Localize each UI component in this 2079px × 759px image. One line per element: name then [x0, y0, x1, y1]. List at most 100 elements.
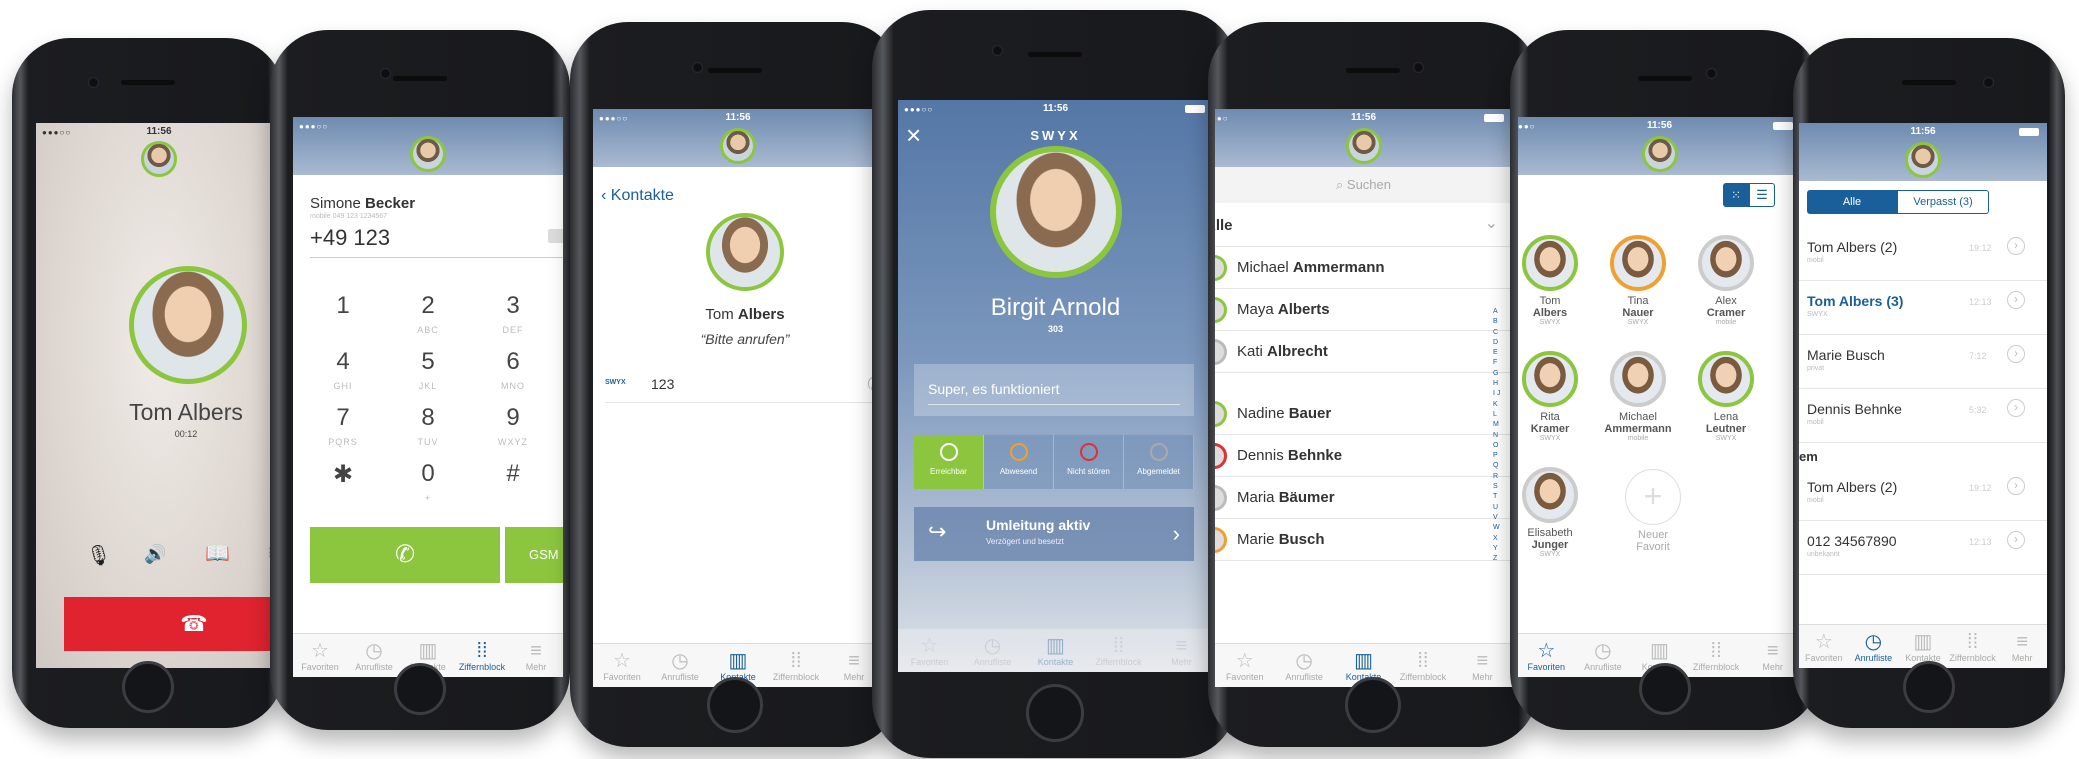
contacts-book-icon[interactable]: 📖 [205, 541, 230, 566]
call-row[interactable]: 012 34567890 unbekannt 12:13 › [1799, 521, 2047, 575]
tab-favoriten[interactable]: ☆ Favoriten [1215, 650, 1274, 682]
new-favorite-button[interactable]: + Neuer Favorit [1613, 469, 1693, 553]
contact-row[interactable]: Kati Albrecht [1215, 331, 1512, 373]
tab-mehr[interactable]: ≡ Mehr [1152, 635, 1212, 667]
tab-mehr[interactable]: ≡ Mehr [1453, 650, 1512, 682]
contact-number-row[interactable]: SWYX 123 ✆ [605, 367, 883, 403]
favorite-item[interactable]: Rita Kramer SWYX [1518, 351, 1590, 442]
tab-ziffernblock[interactable]: ⁞⁞ Ziffernblock [767, 650, 825, 682]
tab-ziffernblock[interactable]: ⁞⁞ Ziffernblock [1089, 635, 1149, 667]
grid-view-button[interactable]: ⁙ [1723, 183, 1749, 207]
tab-favoriten[interactable]: ☆ Favoriten [1799, 631, 1849, 663]
contact-name: Kati Albrecht [1237, 343, 1328, 360]
call-row[interactable]: Tom Albers (2) mobil 19:12 › [1799, 227, 2047, 281]
favorite-item[interactable]: Alex Cramer mobile [1686, 235, 1766, 326]
contact-row[interactable]: Michael Ammermann [1215, 247, 1512, 289]
info-chevron-icon[interactable]: › [2007, 237, 2025, 255]
tab-label: Favoriten [301, 662, 339, 672]
key-7[interactable]: 7 PQRS [303, 404, 383, 450]
filter-select[interactable]: Alle ⌄ [1215, 203, 1512, 247]
tab-favoriten[interactable]: ☆ Favoriten [593, 650, 651, 682]
call-time: 12:13 [1969, 537, 1992, 547]
presence-option-4[interactable]: Abgemeldet [1124, 435, 1194, 489]
hangup-button[interactable]: ☎ [64, 597, 282, 651]
contact-row[interactable]: Dennis Behnke [1215, 435, 1512, 477]
tab-label: Ziffernblock [458, 662, 506, 672]
tab-ziffernblock[interactable]: ⁞⁞ Ziffernblock [1688, 640, 1745, 672]
contact-name: Dennis Behnke [1237, 447, 1343, 464]
tab-favoriten[interactable]: ☆ Favoriten [1518, 640, 1575, 672]
tab-anrufliste[interactable]: ◷ Anrufliste [1274, 650, 1333, 682]
key-11[interactable]: 0 + [388, 460, 468, 506]
presence-option-1[interactable]: Erreichbar [914, 435, 984, 489]
call-row[interactable]: Tom Albers (3) SWYX 12:13 › [1799, 281, 2047, 335]
tab-kontakte[interactable]: ▥Kontakte [1898, 631, 1948, 663]
contact-row[interactable]: Nadine Bauer [1215, 393, 1512, 435]
info-chevron-icon[interactable]: › [2007, 345, 2025, 363]
key-1[interactable]: 1 [303, 292, 383, 320]
tab-kontakte[interactable]: ▥Kontakte [1334, 650, 1393, 682]
tab-anrufliste[interactable]: ◷ Anrufliste [651, 650, 709, 682]
key-3[interactable]: 3 DEF [473, 292, 553, 338]
key-9[interactable]: 9 WXYZ [473, 404, 553, 450]
book-icon: ▥ [1650, 640, 1669, 662]
key-10[interactable]: ✱ [303, 460, 383, 489]
favorite-item[interactable]: Tina Nauer SWYX [1598, 235, 1678, 326]
tab-mehr[interactable]: ≡ Mehr [1997, 631, 2047, 663]
favorite-item[interactable]: Elisabeth Junger SWYX [1518, 467, 1590, 558]
call-row[interactable]: Marie Busch privat 7:12 › [1799, 335, 2047, 389]
backspace-icon[interactable] [548, 229, 563, 243]
gsm-button[interactable]: GSM [505, 527, 563, 583]
favorite-item[interactable]: Michael Ammermann mobile [1598, 351, 1678, 442]
tab-anrufliste[interactable]: ◷ Anrufliste [347, 640, 401, 672]
key-4[interactable]: 4 GHI [303, 348, 383, 394]
call-row[interactable]: Tom Albers (2) mobil 19:12 › [1799, 467, 2047, 521]
filter-all-segment[interactable]: Alle [1807, 190, 1897, 214]
filter-missed-segment[interactable]: Verpasst (3) [1897, 190, 1989, 214]
presence-option-3[interactable]: Nicht stören [1054, 435, 1124, 489]
tab-mehr[interactable]: ≡ Mehr [509, 640, 563, 672]
tab-ziffernblock[interactable]: ⁞⁞ Ziffernblock [1948, 631, 1998, 663]
contact-row[interactable]: Maya Alberts [1215, 289, 1512, 331]
list-view-button[interactable]: ☰ [1749, 183, 1775, 207]
favorite-item[interactable]: Lena Leutner SWYX [1686, 351, 1766, 442]
key-6[interactable]: 6 MNO [473, 348, 553, 394]
book-icon: ▥ [1046, 635, 1065, 657]
back-button[interactable]: ‹ Kontakte [601, 187, 674, 205]
call-row[interactable]: Dennis Behnke mobil 5:32 › [1799, 389, 2047, 443]
info-chevron-icon[interactable]: › [2007, 477, 2025, 495]
divert-button[interactable]: ↪ Umleitung aktiv Verzögert und besetzt … [914, 507, 1194, 561]
tab-anrufliste[interactable]: ◷ Anrufliste [1575, 640, 1632, 672]
contact-row[interactable]: Marie Busch [1215, 519, 1512, 561]
tab-ziffernblock[interactable]: ⁞⁞ Ziffernblock [455, 640, 509, 672]
alphabet-index[interactable]: A B C D E F G H I J K L M N O P Q R S T … [1493, 307, 1501, 564]
speaker-icon[interactable]: 🔊 [144, 544, 166, 565]
presence-option-2[interactable]: Abwesend [984, 435, 1054, 489]
presence-circle-icon [1149, 443, 1168, 461]
user-avatar[interactable] [990, 146, 1122, 278]
info-chevron-icon[interactable]: › [2007, 399, 2025, 417]
key-8[interactable]: 8 TUV [388, 404, 468, 450]
tab-anrufliste[interactable]: ◷ Anrufliste [1849, 631, 1899, 663]
info-chevron-icon[interactable]: › [2007, 291, 2025, 309]
tab-kontakte[interactable]: ▥Kontakte [1026, 635, 1086, 667]
info-chevron-icon[interactable]: › [2007, 531, 2025, 549]
mute-icon[interactable]: 🎙 [86, 543, 111, 568]
key-12[interactable]: # [473, 460, 553, 488]
key-2[interactable]: 2 ABC [388, 292, 468, 338]
key-digit: 3 [506, 292, 520, 319]
status-note-field[interactable]: Super, es funktioniert [914, 364, 1194, 416]
tab-ziffernblock[interactable]: ⁞⁞ Ziffernblock [1393, 650, 1452, 682]
tab-favoriten[interactable]: ☆ Favoriten [900, 635, 960, 667]
key-5[interactable]: 5 JKL [388, 348, 468, 394]
tab-favoriten[interactable]: ☆ Favoriten [293, 640, 347, 672]
search-field[interactable]: ⌕ Suchen [1215, 167, 1512, 203]
caller-name: Dennis Behnke [1807, 401, 1902, 417]
favorite-item[interactable]: Tom Albers SWYX [1518, 235, 1590, 326]
tab-anrufliste[interactable]: ◷ Anrufliste [963, 635, 1023, 667]
swyx-brand-icon: SWYX [605, 379, 626, 386]
tab-label: Favoriten [1527, 662, 1566, 672]
dial-number-field[interactable]: +49 123 [310, 220, 563, 258]
call-button[interactable]: ✆ [310, 527, 500, 583]
contact-row[interactable]: Maria Bäumer [1215, 477, 1512, 519]
